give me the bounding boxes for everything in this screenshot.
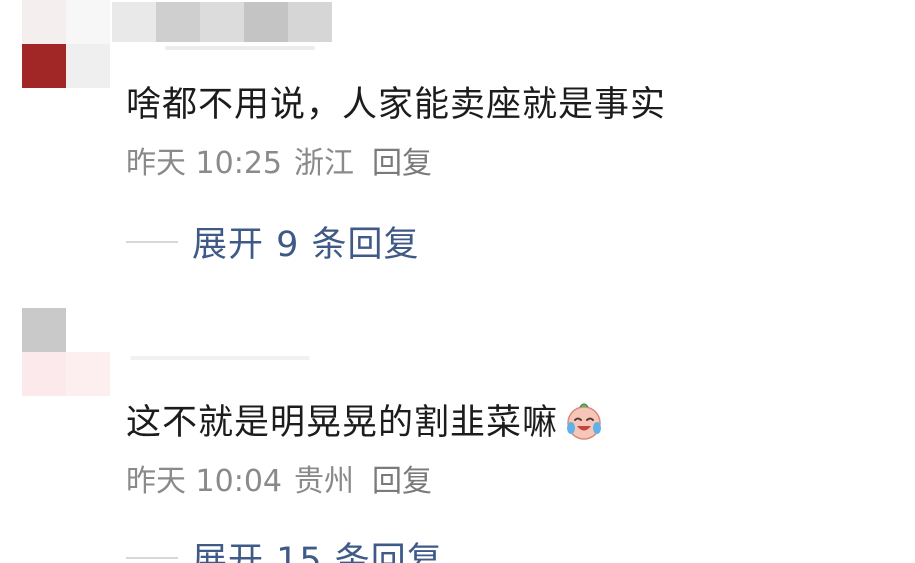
expand-replies-button[interactable]: 展开 15 条回复 [126,532,443,563]
avatar[interactable] [22,308,110,396]
avatar[interactable] [22,0,110,88]
comment-meta: 昨天 10:25 浙江 回复 [126,138,432,182]
divider [126,240,178,243]
expand-replies-label: 展开 9 条回复 [192,225,420,265]
reply-button[interactable]: 回复 [372,138,432,182]
username-blurred[interactable] [112,2,332,42]
comment-meta: 昨天 10:04 贵州 回复 [126,456,432,500]
comment-text: 啥都不用说，人家能卖座就是事实 [126,85,667,125]
comment-section: 啥都不用说，人家能卖座就是事实 昨天 10:25 浙江 回复 展开 9 条回复 … [0,0,915,563]
comment-text-body: 这不就是明晃晃的割韭菜嘛 [126,403,559,443]
comment-text: 这不就是明晃晃的割韭菜嘛 [126,394,606,451]
comment-location: 浙江 [294,146,354,181]
crying-laughing-face-icon [562,398,606,451]
comment-time: 昨天 10:04 [126,464,282,499]
expand-replies-label: 展开 15 条回复 [192,541,443,563]
comment-time: 昨天 10:25 [126,146,282,181]
expand-replies-button[interactable]: 展开 9 条回复 [126,216,420,267]
username-blurred-line [130,356,310,360]
reply-button[interactable]: 回复 [372,456,432,500]
divider [126,556,178,559]
comment-location: 贵州 [294,464,354,499]
username-blurred-line [165,46,315,50]
